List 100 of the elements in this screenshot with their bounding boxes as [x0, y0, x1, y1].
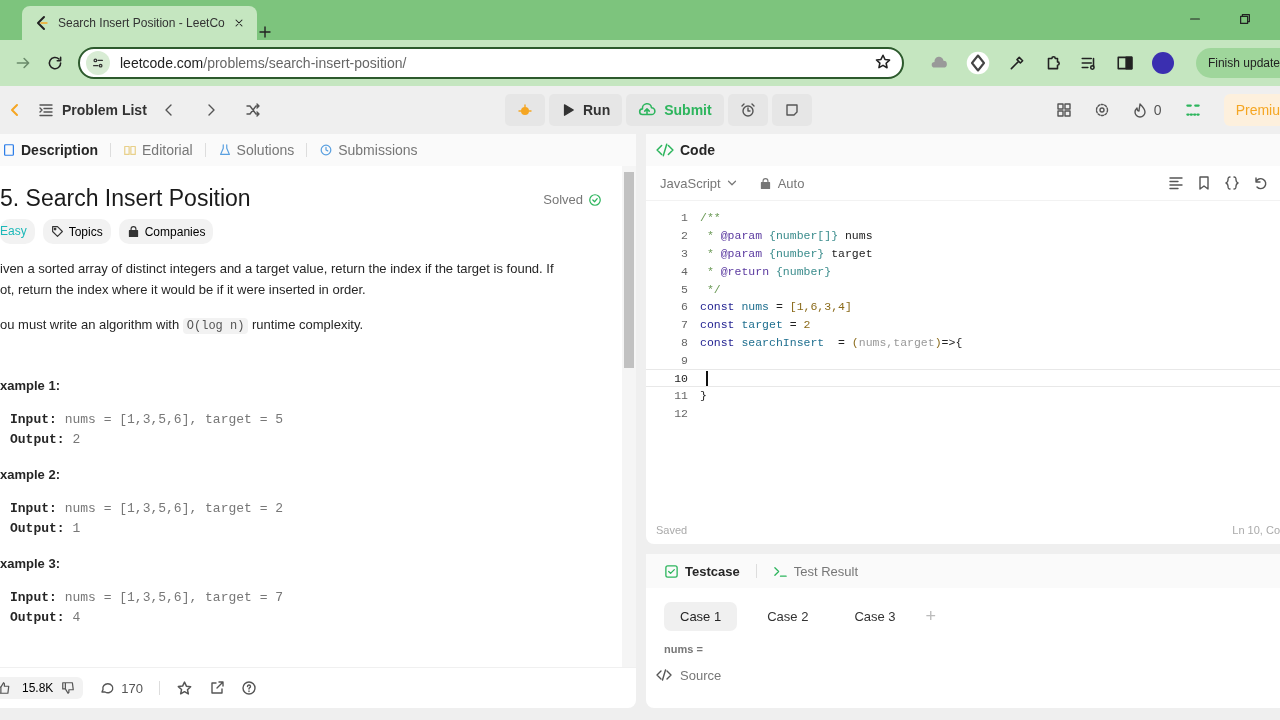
code-line: const target = 2 — [700, 318, 811, 332]
code-icon — [656, 667, 672, 683]
description-text: ot, return the index where it would be if it were inserted in order. — [0, 281, 367, 299]
code-line: * @param {number} target — [705, 247, 873, 260]
line-number: 10 — [673, 371, 689, 385]
difficulty-tag: Easy — [0, 219, 35, 244]
source-link[interactable]: Source — [680, 667, 722, 683]
book-icon — [123, 143, 137, 157]
language-dropdown[interactable]: JavaScript — [654, 174, 745, 192]
line-number: 1 — [680, 211, 689, 225]
cursor-position: Ln 10, Co — [1232, 524, 1280, 536]
code-line: const searchInsert = (nums,target)=>{ — [700, 335, 963, 349]
browser-tab[interactable]: Search Insert Position - LeetCo — [22, 6, 257, 40]
line-number: 2 — [680, 229, 689, 243]
code-line: /** — [700, 211, 721, 225]
code-line: * @return {number} — [705, 264, 832, 278]
update-button[interactable]: Finish update — [1195, 48, 1280, 78]
example-input-line: Input: nums = [1,3,5,6], target = 5 — [10, 411, 285, 429]
panel-tab[interactable]: Description — [0, 142, 100, 158]
line-number: 3 — [680, 247, 689, 260]
case-tab[interactable]: Case 2 — [751, 602, 825, 631]
panel-title: Code — [680, 142, 715, 158]
layout-icon[interactable] — [1055, 102, 1072, 118]
example-input-line: Input: nums = [1,3,5,6], target = 2 — [10, 500, 285, 518]
profile-avatar[interactable] — [1151, 52, 1174, 74]
flame-icon[interactable] — [1131, 102, 1148, 118]
panel-tab[interactable]: Solutions — [215, 142, 297, 158]
undo-icon[interactable] — [1252, 175, 1268, 191]
code-line: * @param {number[]} nums — [705, 229, 873, 243]
case-tab[interactable]: Case 1 — [664, 602, 738, 631]
code-line: const nums = [1,6,3,4] — [700, 300, 852, 314]
tag-chip[interactable]: Companies — [118, 219, 214, 244]
document-icon — [2, 143, 16, 157]
lock-icon — [758, 176, 772, 190]
problem-list-button[interactable]: Problem List — [30, 96, 155, 124]
thumbs-down-icon — [61, 681, 76, 695]
shuffle-icon[interactable] — [244, 102, 261, 118]
code-line: */ — [705, 282, 721, 296]
like-button[interactable]: 15.8K — [0, 677, 84, 699]
side-panel-icon[interactable] — [1115, 54, 1134, 72]
comment-icon[interactable] — [99, 680, 116, 696]
star-icon[interactable] — [873, 52, 892, 71]
problem-title: 5. Search Insert Position — [0, 188, 251, 209]
panel-tab[interactable]: Submissions — [317, 142, 420, 158]
example-title: xample 2: — [0, 466, 61, 484]
timer-button[interactable] — [727, 94, 768, 126]
notes-button[interactable] — [771, 94, 812, 126]
line-number: 5 — [680, 282, 689, 296]
comment-count: 170 — [121, 680, 144, 696]
line-number: 7 — [680, 318, 689, 332]
code-editor[interactable]: 1 /** 2 * @param {number[]} nums 3 * @param {number} target 4 * @return {number} 5 */ 6 const nums = [1,6,3,4] 7 const target = 2 8 const searchInsert = (nums,target)=>{ 9 10 11 } 12 — [646, 201, 1280, 516]
star-icon[interactable] — [176, 679, 194, 697]
checkbox-icon — [664, 563, 679, 579]
example-output-line: Output: 1 — [10, 520, 82, 538]
line-number: 4 — [680, 264, 689, 278]
tag-chip[interactable]: Topics — [42, 219, 111, 244]
alarm-clock-icon — [739, 102, 756, 118]
example-title: xample 3: — [0, 555, 61, 573]
braces-icon[interactable] — [1224, 175, 1240, 191]
line-number: 6 — [680, 300, 689, 314]
save-status: Saved — [656, 524, 688, 536]
example-output-line: Output: 4 — [10, 609, 82, 627]
case-tab[interactable]: Case 3 — [838, 602, 912, 631]
leetcode-logo-icon — [34, 15, 50, 31]
list-icon — [38, 102, 54, 118]
bug-icon — [517, 102, 533, 118]
note-icon — [783, 102, 800, 118]
example-output-line: Output: 2 — [10, 431, 82, 449]
description-text: ou must write an algorithm with O(log n) runtime complexity. — [0, 316, 365, 336]
history-icon — [319, 143, 334, 157]
text-cursor — [706, 370, 708, 386]
mode-label: Auto — [777, 175, 805, 191]
line-number: 11 — [673, 389, 689, 403]
site-settings-icon — [91, 56, 105, 70]
share-icon[interactable] — [209, 680, 226, 696]
run-button[interactable]: Run — [549, 94, 623, 126]
panel-tab[interactable]: Editorial — [121, 142, 195, 158]
panel-tab[interactable]: Test Result — [766, 562, 864, 580]
settings-icon[interactable] — [1093, 102, 1110, 118]
input-label: nums = — [663, 642, 704, 655]
reload-icon[interactable] — [46, 54, 64, 72]
plus-icon[interactable] — [256, 24, 273, 40]
scrollbar[interactable] — [622, 166, 636, 667]
bookmark-icon[interactable] — [1196, 175, 1212, 191]
lock-icon — [126, 225, 140, 238]
solved-status: Solved — [543, 191, 583, 209]
description-text: iven a sorted array of distinct integers and a target value, return the index if the target is found. If — [0, 260, 555, 278]
code-line: } — [700, 389, 707, 403]
panel-tab[interactable]: Testcase — [658, 562, 746, 580]
flask-icon — [217, 143, 232, 157]
play-icon — [561, 103, 575, 117]
help-icon[interactable] — [241, 680, 258, 696]
check-circle-icon — [588, 192, 602, 207]
tag-icon — [50, 225, 64, 238]
streak-count: 0 — [1153, 102, 1162, 118]
code-icon — [656, 141, 674, 159]
line-number: 8 — [680, 335, 689, 349]
format-icon[interactable] — [1168, 175, 1184, 191]
restore-icon[interactable] — [1238, 12, 1252, 26]
address-bar[interactable]: leetcode.com/problems/search-insert-position/ — [78, 47, 904, 79]
